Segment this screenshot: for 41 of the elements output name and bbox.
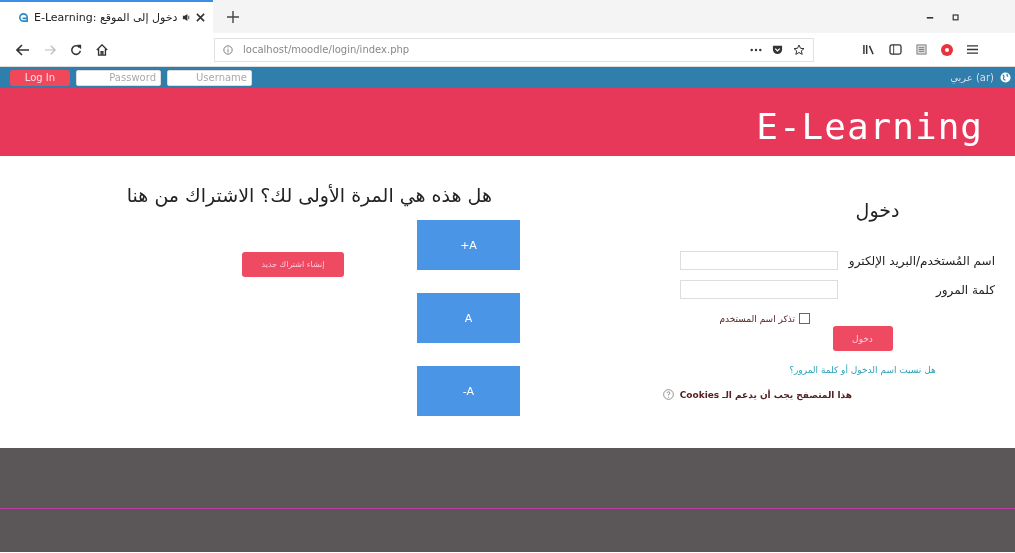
more-icon[interactable] — [750, 47, 762, 52]
field-label: كلمة المرور — [934, 282, 995, 297]
library-icon[interactable] — [862, 44, 875, 55]
reload-icon[interactable] — [70, 43, 82, 56]
info-icon — [223, 44, 233, 55]
pocket-icon[interactable] — [772, 44, 783, 55]
font-size-button[interactable]: A — [417, 293, 520, 343]
address-bar[interactable]: localhost/moodle/login/index.php — [214, 37, 814, 62]
password-field[interactable]: Password — [76, 69, 161, 86]
input-field[interactable] — [680, 251, 838, 270]
extension-icon[interactable] — [941, 43, 953, 56]
checkbox-label: تذكر اسم المستخدم — [719, 313, 795, 324]
login-button[interactable]: Log In — [10, 69, 70, 86]
login-title: دخول — [854, 199, 901, 221]
star-icon[interactable] — [793, 43, 805, 56]
cookies-notice: هذا المتصفح يجب أن يدعم الـ Cookies — [679, 389, 852, 400]
speaker-icon[interactable] — [182, 13, 192, 22]
font-size-button[interactable]: +A — [417, 220, 520, 270]
logo-icon — [18, 12, 29, 23]
tab-title: E-Learning: دخول إلى الموقع — [34, 11, 178, 24]
menu-icon[interactable] — [967, 44, 978, 55]
globe-icon[interactable] — [1000, 72, 1011, 83]
font-size-button[interactable]: -A — [417, 366, 520, 416]
back-icon[interactable] — [16, 42, 30, 57]
browser-tab[interactable]: E-Learning: دخول إلى الموقع — [0, 0, 214, 33]
forgot-link[interactable]: هل نسيت اسم الدخول أو كلمة المرور؟ — [789, 365, 936, 375]
reader-icon[interactable] — [916, 44, 927, 55]
site-logo[interactable]: E-Learning — [756, 105, 983, 147]
language-menu[interactable]: عربي (ar) — [950, 72, 994, 83]
login-button[interactable]: دخول — [832, 326, 893, 351]
input-field[interactable] — [680, 280, 838, 299]
sidebar-icon[interactable] — [889, 44, 902, 55]
field-label: اسم المُستخدم/البريد الإلكترو — [847, 253, 995, 268]
restore-icon[interactable] — [952, 12, 960, 21]
new-tab-icon[interactable] — [227, 10, 240, 23]
signup-heading: هل هذه هي المرة الأولى لك؟ الاشتراك من هنا — [125, 184, 493, 206]
close-icon[interactable] — [196, 13, 206, 22]
signup-button[interactable]: إنشاء اشتراك جديد — [242, 252, 344, 277]
home-icon[interactable] — [96, 43, 108, 56]
checkbox[interactable] — [799, 313, 810, 324]
username-field[interactable]: Username — [167, 69, 252, 86]
